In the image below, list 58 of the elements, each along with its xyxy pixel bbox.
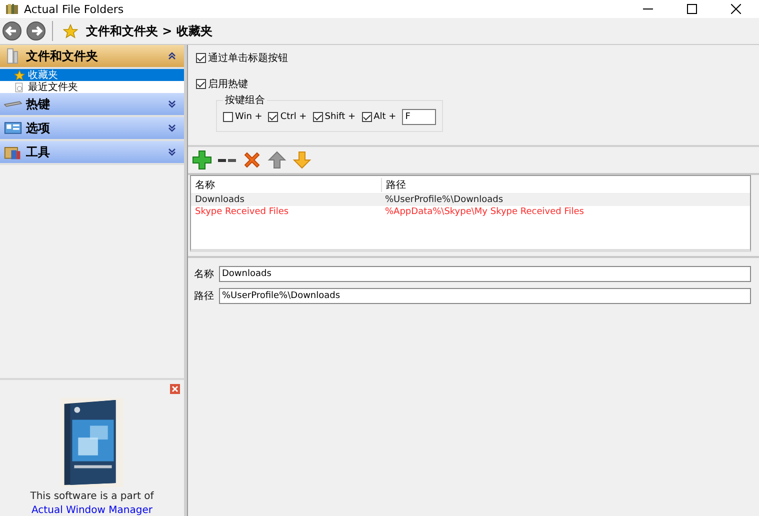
section-label: 热键 <box>26 96 51 112</box>
section-header[interactable]: 选项 <box>0 117 184 141</box>
section-label: 文件和文件夹 <box>26 48 99 64</box>
field-label: 名称 <box>194 268 215 281</box>
section-header[interactable]: 工具 <box>0 141 184 165</box>
star-icon <box>63 24 78 38</box>
input-field[interactable]: Downloads <box>219 266 751 282</box>
collapse-icon[interactable] <box>168 52 176 60</box>
column-header[interactable]: 路径 <box>382 178 750 192</box>
ad-text: This software is a part of <box>30 491 154 502</box>
keyboard-icon <box>4 101 22 107</box>
checkbox-box[interactable] <box>196 79 206 89</box>
forward-icon[interactable] <box>26 21 46 41</box>
section-header[interactable]: 文件和文件夹 <box>0 45 184 69</box>
star-icon <box>14 70 25 80</box>
column-header[interactable]: 名称 <box>191 178 382 192</box>
field-label: 路径 <box>194 290 215 303</box>
expand-icon[interactable] <box>168 148 176 156</box>
table-row[interactable]: Skype Received Files %AppData%\Skype\My Skype Received Files <box>191 206 750 218</box>
maximize-icon[interactable] <box>687 4 697 14</box>
group-label: 按键组合 <box>224 94 266 107</box>
back-icon[interactable] <box>2 21 22 41</box>
delete-icon[interactable] <box>242 150 262 170</box>
close-ad-icon[interactable] <box>170 384 180 394</box>
checkbox[interactable]: Ctrl + <box>268 112 307 122</box>
add-icon[interactable] <box>192 150 212 170</box>
table-cell-text: %AppData%\Skype\My Skype Received Files <box>384 207 585 217</box>
expand-icon[interactable] <box>168 100 176 108</box>
section-header[interactable]: 热键 <box>0 93 184 117</box>
table-row[interactable]: Downloads %UserProfile%\Downloads <box>191 194 750 206</box>
table-cell-text: %UserProfile%\Downloads <box>384 195 504 205</box>
key-field[interactable]: F <box>402 109 436 125</box>
sidebar-item[interactable]: 收藏夹 <box>0 69 184 81</box>
checkbox-box[interactable] <box>223 112 233 122</box>
window-icon <box>4 119 22 137</box>
checkbox-box[interactable] <box>362 112 372 122</box>
checkbox[interactable]: 启用热键 <box>196 77 751 91</box>
checkbox[interactable]: 通过单击标题按钮 <box>196 51 751 65</box>
checkbox-box[interactable] <box>268 112 278 122</box>
up-arrow-icon[interactable] <box>267 150 287 170</box>
sidebar-item[interactable]: 最近文件夹 <box>0 81 184 93</box>
section-label: 选项 <box>26 120 51 136</box>
section-label: 工具 <box>26 144 51 160</box>
product-link[interactable]: Actual Window Manager <box>32 505 152 516</box>
checkbox[interactable]: Win + <box>223 112 262 122</box>
table-cell-text: Skype Received Files <box>194 207 290 217</box>
close-icon[interactable] <box>731 4 741 14</box>
checkbox[interactable]: Alt + <box>362 112 396 122</box>
document-clock-icon <box>14 82 25 92</box>
checkbox[interactable]: Shift + <box>312 112 356 122</box>
checkbox-box[interactable] <box>196 53 206 63</box>
input-field[interactable]: %UserProfile%\Downloads <box>219 288 751 304</box>
breadcrumb: 文件和文件夹 > 收藏夹 <box>86 22 212 40</box>
table-cell-text: Downloads <box>194 195 246 205</box>
expand-icon[interactable] <box>168 124 176 132</box>
checkbox-box[interactable] <box>312 112 323 122</box>
window-title: Actual File Folders <box>24 2 125 16</box>
app-icon <box>5 3 19 15</box>
